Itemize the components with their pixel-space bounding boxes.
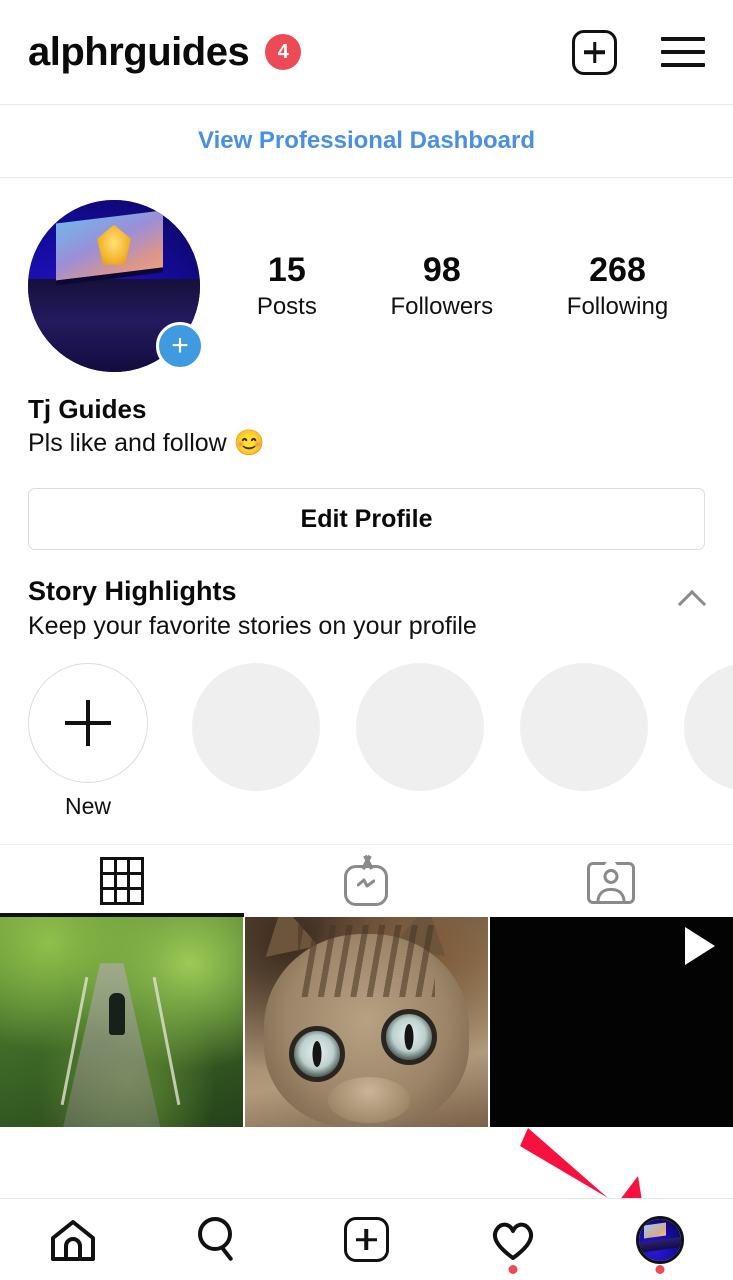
search-icon xyxy=(197,1216,242,1263)
highlight-new-label: New xyxy=(64,793,111,819)
plus-square-icon xyxy=(343,1217,389,1262)
stat-following[interactable]: 268 Following xyxy=(567,251,668,320)
instagram-profile-screen: alphrguides 4 View Professional Dashboar… xyxy=(0,0,733,1280)
add-post-button[interactable] xyxy=(572,29,617,75)
highlight-placeholder[interactable] xyxy=(192,663,320,820)
nav-activity[interactable] xyxy=(440,1199,587,1280)
post-jungle-bridge[interactable] xyxy=(0,917,243,1127)
profile-dot xyxy=(655,1265,665,1274)
tab-grid[interactable] xyxy=(0,845,245,917)
chevron-up-icon[interactable] xyxy=(679,586,705,612)
story-highlights-list[interactable]: New xyxy=(0,641,733,820)
edit-profile-button[interactable]: Edit Profile xyxy=(28,488,705,550)
menu-button[interactable] xyxy=(661,37,705,67)
stat-following-value: 268 xyxy=(589,251,646,290)
story-highlights-texts: Story Highlights Keep your favorite stor… xyxy=(28,576,679,641)
nav-home[interactable] xyxy=(0,1199,147,1280)
nav-add[interactable] xyxy=(293,1199,440,1280)
highlight-placeholder[interactable] xyxy=(356,663,484,820)
professional-dashboard-link[interactable]: View Professional Dashboard xyxy=(198,127,535,155)
stat-posts-value: 15 xyxy=(267,251,306,290)
stat-followers[interactable]: 98 Followers xyxy=(390,251,493,320)
profile-tabs xyxy=(0,844,733,917)
highlight-placeholder-circle xyxy=(192,663,320,791)
activity-dot xyxy=(508,1265,518,1274)
stat-posts[interactable]: 15 Posts xyxy=(257,251,317,320)
post-thumbnail xyxy=(0,917,243,1127)
highlight-new[interactable]: New xyxy=(28,663,148,820)
highlight-new-circle[interactable] xyxy=(28,663,148,783)
highlight-placeholder-circle xyxy=(520,663,648,791)
stat-following-label: Following xyxy=(566,292,669,320)
grid-icon xyxy=(100,856,145,905)
highlight-placeholder-circle xyxy=(684,663,733,791)
highlight-placeholder-circle xyxy=(356,663,484,791)
plus-icon xyxy=(65,700,111,746)
profile-bio-text: Pls like and follow 😊 xyxy=(28,429,265,457)
heart-icon xyxy=(489,1218,537,1262)
avatar-wrapper[interactable]: + xyxy=(28,200,204,372)
hamburger-menu-icon xyxy=(661,37,705,67)
post-video[interactable] xyxy=(490,917,733,1127)
profile-stats: 15 Posts 98 Followers 268 Following xyxy=(200,251,705,320)
play-icon xyxy=(685,927,715,965)
nav-profile[interactable] xyxy=(586,1199,733,1280)
profile-username[interactable]: alphrguides xyxy=(28,30,250,75)
post-grid xyxy=(0,917,733,1127)
nav-search[interactable] xyxy=(147,1199,294,1280)
add-story-button[interactable]: + xyxy=(156,322,204,370)
igtv-icon xyxy=(344,854,389,906)
professional-dashboard-row[interactable]: View Professional Dashboard xyxy=(0,105,733,178)
story-highlights-header: Story Highlights Keep your favorite stor… xyxy=(0,550,733,641)
app-header: alphrguides 4 xyxy=(0,0,733,105)
post-thumbnail xyxy=(245,917,488,1127)
stat-followers-label: Followers xyxy=(390,292,494,320)
profile-bio-block: Tj Guides Pls like and follow 😊 xyxy=(0,372,733,458)
home-icon xyxy=(49,1218,97,1262)
tab-igtv[interactable] xyxy=(244,845,488,916)
stat-followers-value: 98 xyxy=(422,251,461,290)
stat-posts-label: Posts xyxy=(256,292,317,320)
post-cat[interactable] xyxy=(245,917,488,1127)
tab-tagged[interactable] xyxy=(489,845,733,916)
tagged-icon xyxy=(586,856,635,904)
bottom-navigation xyxy=(0,1198,733,1280)
highlight-placeholder[interactable] xyxy=(520,663,648,820)
highlight-placeholder[interactable] xyxy=(684,663,733,820)
story-highlights-title: Story Highlights xyxy=(28,576,237,606)
story-highlights-subtitle: Keep your favorite stories on your profi… xyxy=(28,612,477,640)
profile-summary-row: + 15 Posts 98 Followers 268 Following xyxy=(0,178,733,372)
notification-badge[interactable]: 4 xyxy=(265,34,302,70)
profile-display-name: Tj Guides xyxy=(28,394,147,424)
plus-square-icon xyxy=(572,29,617,75)
avatar-icon xyxy=(635,1215,684,1264)
